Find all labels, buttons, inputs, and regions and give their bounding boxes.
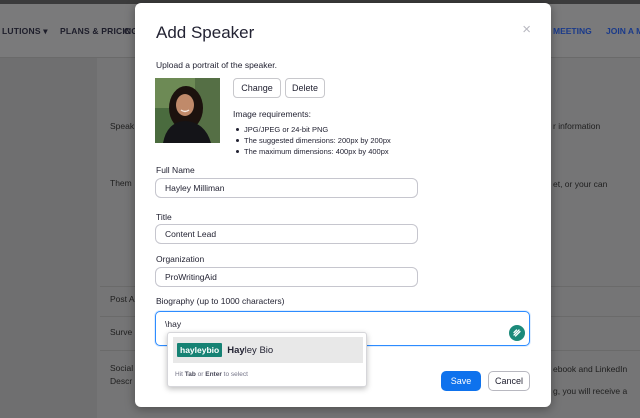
hint-prefix: Hit xyxy=(175,371,185,378)
text-expander-icon[interactable] xyxy=(509,325,525,341)
biography-label: Biography (up to 1000 characters) xyxy=(156,296,285,306)
cancel-button[interactable]: Cancel xyxy=(488,371,530,391)
close-icon[interactable]: × xyxy=(522,22,531,37)
save-button[interactable]: Save xyxy=(441,371,481,391)
requirement-item: The suggested dimensions: 200px by 200px xyxy=(234,135,391,146)
title-input[interactable]: Content Lead xyxy=(155,224,418,244)
snippet-name-match: Hay xyxy=(227,344,245,356)
bg-text-receive: g, you will receive a xyxy=(553,386,628,396)
bg-text-information: r information xyxy=(553,121,601,131)
nav-join-meeting: JOIN A M xyxy=(606,26,640,36)
hint-suffix: to select xyxy=(221,371,248,378)
snippet-name-rest: ley Bio xyxy=(244,344,274,356)
hint-key-tab: Tab xyxy=(184,371,196,378)
bg-label-description: Descr xyxy=(110,376,133,386)
title-value: Content Lead xyxy=(165,229,217,239)
upload-hint: Upload a portrait of the speaker. xyxy=(156,60,277,70)
bg-label-speaker: Speak xyxy=(110,121,135,131)
nav-solutions-label: LUTIONS xyxy=(2,26,41,36)
requirements-list: JPG/JPEG or 24-bit PNG The suggested dim… xyxy=(234,124,391,157)
requirement-item: JPG/JPEG or 24-bit PNG xyxy=(234,124,391,135)
requirement-item: The maximum dimensions: 400px by 400px xyxy=(234,146,391,157)
bg-label-post-attendee: Post A xyxy=(110,294,135,304)
snippet-select-hint: Hit Tab or Enter to select xyxy=(175,371,248,378)
full-name-input[interactable]: Hayley Milliman xyxy=(155,178,418,198)
bg-label-theme: Them xyxy=(110,178,132,188)
change-photo-button[interactable]: Change xyxy=(233,78,281,98)
portrait-image xyxy=(155,78,220,143)
full-name-label: Full Name xyxy=(156,165,195,175)
requirements-title: Image requirements: xyxy=(233,109,311,119)
biography-value: \hay xyxy=(165,319,182,329)
nav-solutions: LUTIONS ▾ xyxy=(2,26,48,36)
organization-value: ProWritingAid xyxy=(165,272,217,282)
title-label: Title xyxy=(156,212,172,222)
organization-input[interactable]: ProWritingAid xyxy=(155,267,418,287)
nav-host-meeting: MEETING xyxy=(553,26,592,36)
bg-text-ebook: ebook and LinkedIn xyxy=(553,364,628,374)
snippet-suggestion-item[interactable]: hayleybio Hayley Bio xyxy=(173,337,363,363)
snippet-name: Hayley Bio xyxy=(227,345,273,356)
dialog-title: Add Speaker xyxy=(156,23,255,42)
full-name-value: Hayley Milliman xyxy=(165,183,225,193)
delete-photo-button[interactable]: Delete xyxy=(285,78,325,98)
snippet-keyword-badge: hayleybio xyxy=(177,343,223,357)
bg-text-set: et, or your can xyxy=(553,179,608,189)
bg-label-social: Social xyxy=(110,363,134,373)
hint-key-enter: Enter xyxy=(205,371,222,378)
bg-label-survey: Surve xyxy=(110,327,133,337)
snippet-suggestions-popup: hayleybio Hayley Bio Hit Tab or Enter to… xyxy=(167,332,367,387)
organization-label: Organization xyxy=(156,254,205,264)
nav-truncated-item: C xyxy=(124,26,131,36)
speaker-portrait xyxy=(155,78,220,143)
hint-mid: or xyxy=(195,371,206,378)
